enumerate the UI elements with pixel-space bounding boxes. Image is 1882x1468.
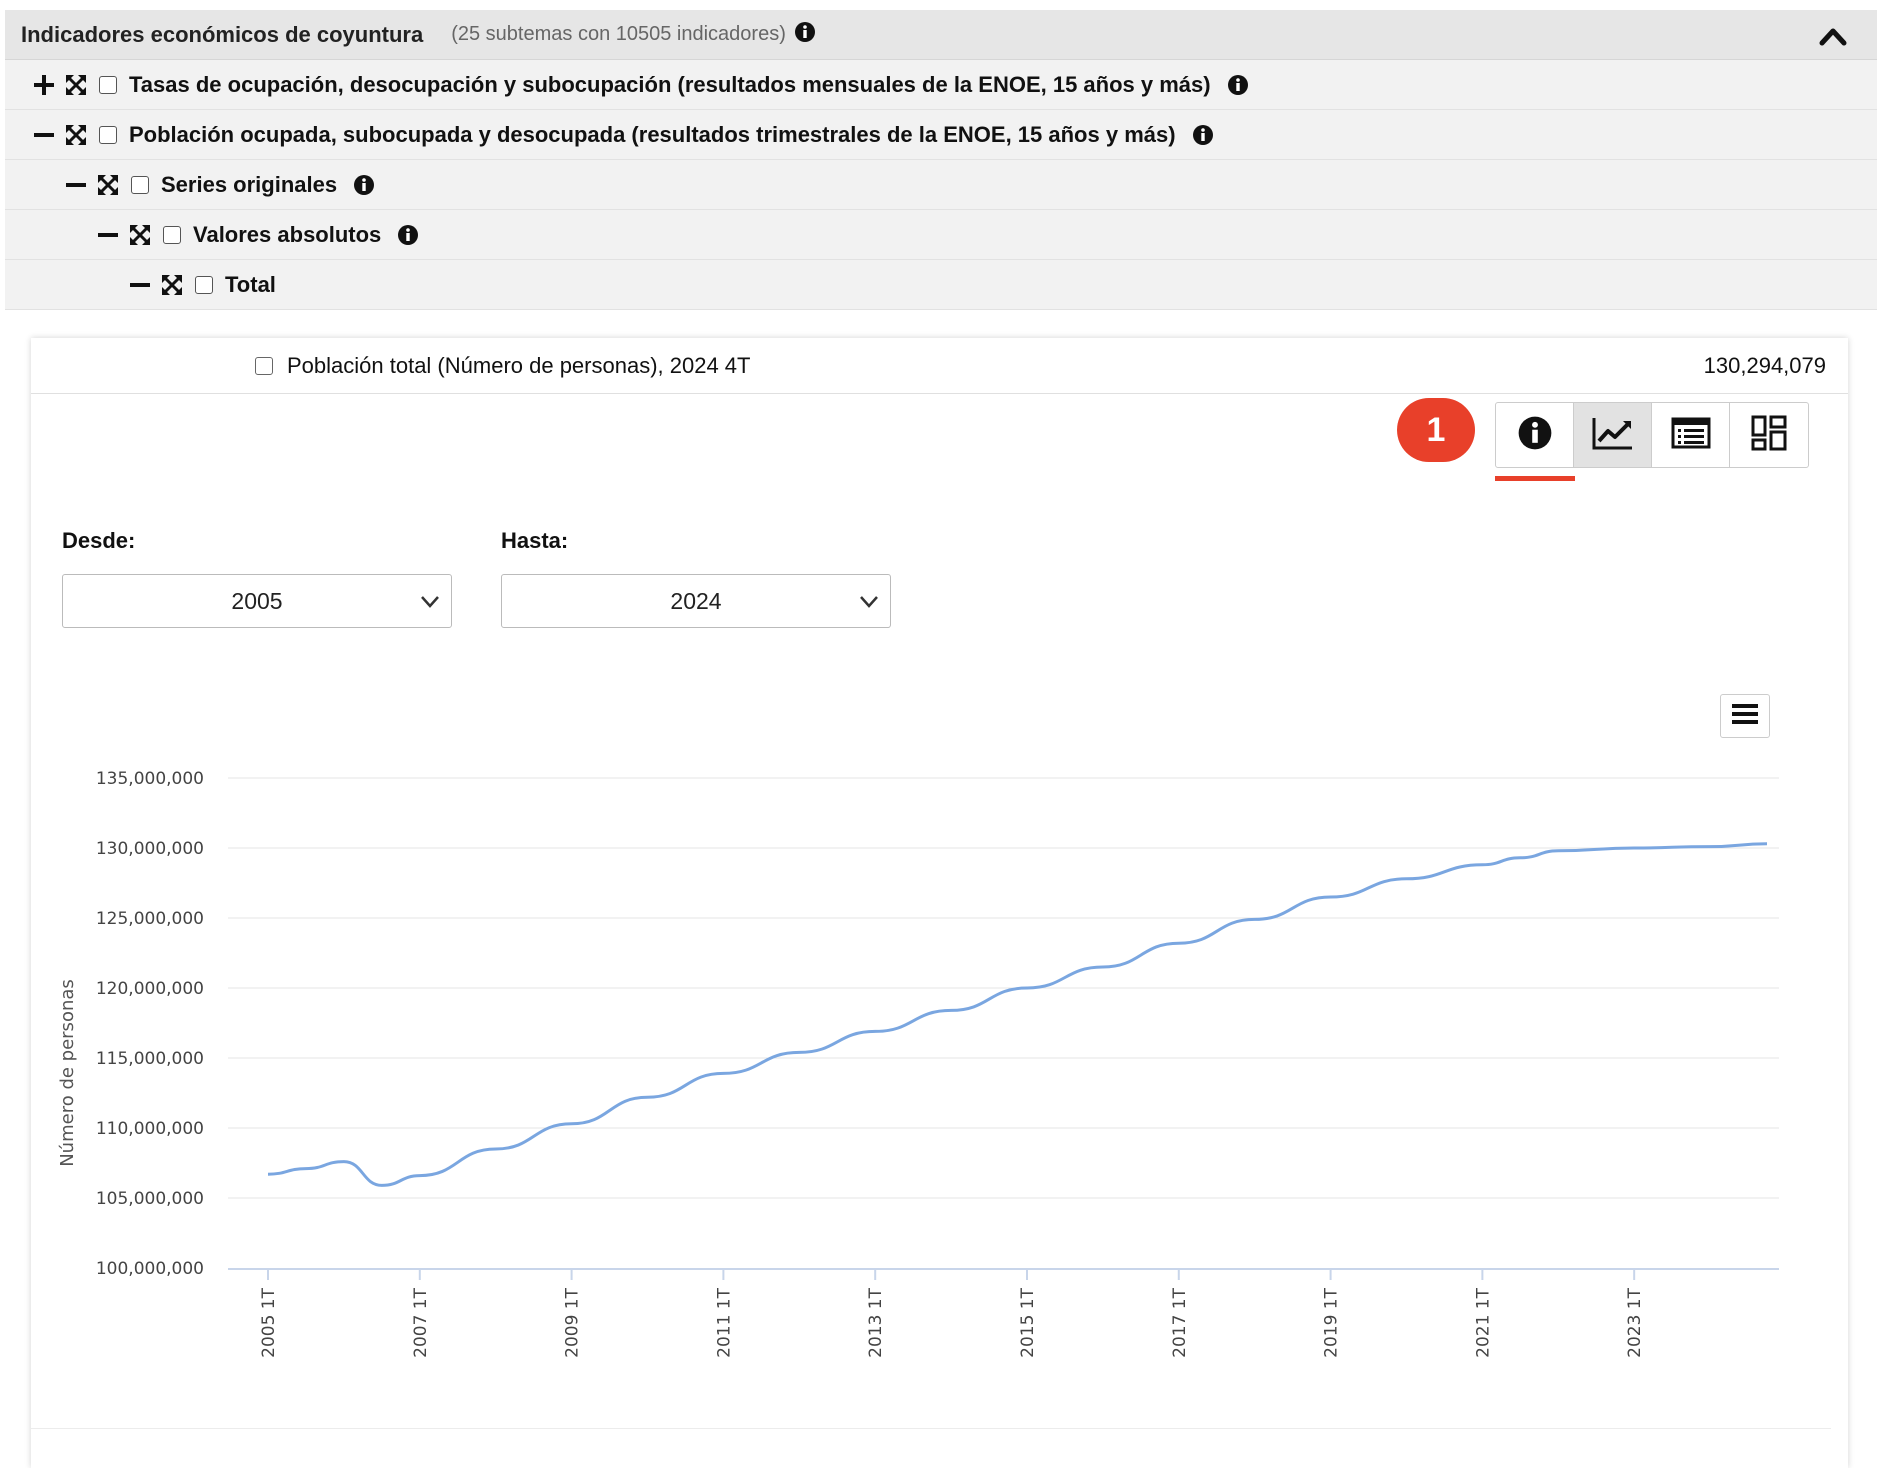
tree-header[interactable]: Indicadores económicos de coyuntura (25 … [5,10,1877,60]
row-checkbox[interactable] [99,125,117,144]
tree-row-label: Valores absolutos [193,221,382,247]
x-tick-label: 2019 1T [1322,1287,1342,1357]
line-chart: 100,000,000 105,000,000 110,000,000 115,000… [57,769,1779,1358]
tree-row-label: Total [225,271,276,297]
x-tick-label: 2023 1T [1625,1287,1645,1357]
tree-row-tasas[interactable]: Tasas de ocupación, desocupación y suboc… [5,60,1877,110]
expand-plus-icon[interactable] [33,74,55,96]
fullscreen-icon[interactable] [65,124,87,146]
section-title: Indicadores económicos de coyuntura [21,21,424,47]
chevron-up-icon[interactable] [1817,22,1849,50]
fullscreen-icon[interactable] [97,174,119,196]
row-checkbox[interactable] [163,225,181,244]
y-tick-label: 105,000,000 [96,1189,204,1209]
x-tick-label: 2013 1T [866,1287,886,1357]
info-icon[interactable] [1192,124,1214,146]
fullscreen-icon[interactable] [161,274,183,296]
collapse-minus-icon[interactable] [33,124,55,146]
y-tick-label: 135,000,000 [96,769,204,789]
y-tick-label: 120,000,000 [96,979,204,999]
info-icon[interactable] [353,174,375,196]
x-tick-label: 2009 1T [563,1287,583,1357]
row-checkbox[interactable] [131,175,149,194]
info-icon[interactable] [1227,74,1249,96]
tree-row-poblacion-ocupada[interactable]: Población ocupada, subocupada y desocupa… [5,110,1877,160]
series-line [267,842,1768,1187]
y-axis-label: Número de personas [57,979,78,1167]
fullscreen-icon[interactable] [129,224,151,246]
panel-divider [31,1428,1831,1429]
tree-row-label: Tasas de ocupación, desocupación y suboc… [129,71,1211,97]
collapse-minus-icon[interactable] [65,174,87,196]
x-tick-label: 2011 1T [714,1287,734,1357]
collapse-minus-icon[interactable] [97,224,119,246]
row-checkbox[interactable] [195,275,213,294]
x-tick-label: 2005 1T [259,1287,279,1357]
x-tick-label: 2017 1T [1170,1287,1190,1357]
indicator-panel: Población total (Número de personas), 20… [31,338,1848,1468]
tree-row-label: Población ocupada, subocupada y desocupa… [129,121,1176,147]
subtopic-tree: Indicadores económicos de coyuntura (25 … [5,10,1877,310]
section-count: (25 subtemas con 10505 indicadores) [451,23,786,45]
y-tick-label: 130,000,000 [96,839,204,859]
collapse-minus-icon[interactable] [129,274,151,296]
row-checkbox[interactable] [99,75,117,94]
x-tick-label: 2015 1T [1018,1287,1038,1357]
tree-row-total[interactable]: Total [5,260,1877,310]
x-tick-label: 2007 1T [411,1287,431,1357]
y-tick-label: 125,000,000 [96,909,204,929]
info-icon[interactable] [397,224,419,246]
y-tick-label: 100,000,000 [96,1259,204,1279]
x-tick-label: 2021 1T [1473,1287,1493,1357]
fullscreen-icon[interactable] [65,74,87,96]
y-tick-label: 110,000,000 [96,1119,204,1139]
tree-row-valores-absolutos[interactable]: Valores absolutos [5,210,1877,260]
info-icon[interactable] [794,21,816,48]
y-tick-label: 115,000,000 [96,1049,204,1069]
tree-row-series-originales[interactable]: Series originales [5,160,1877,210]
tree-row-label: Series originales [161,171,338,197]
